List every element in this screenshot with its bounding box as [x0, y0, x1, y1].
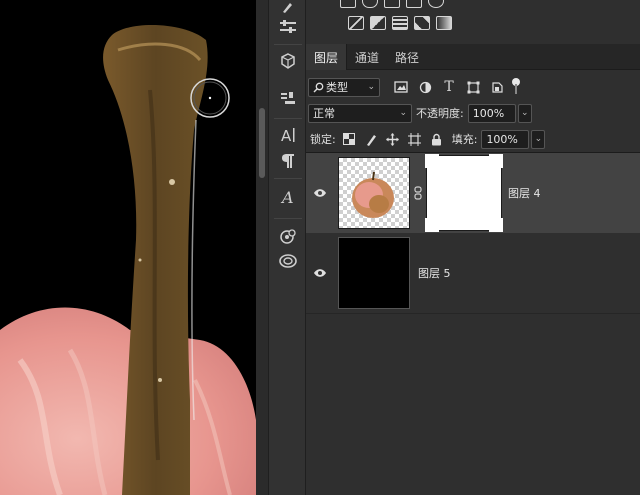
layers-panel-area: 图层 通道 路径 类型 ⌄ T 正常 ⌄ 不透明度: 100% ⌄ 锁定: 填充… [306, 0, 640, 495]
eye-icon[interactable] [306, 268, 334, 278]
layer-thumbnail[interactable] [338, 157, 410, 229]
fill-value: 100% [486, 132, 518, 146]
document-canvas[interactable] [0, 0, 256, 495]
filter-pixel-icon[interactable] [392, 78, 410, 96]
adjustments-icon[interactable] [275, 14, 301, 40]
fill-dropdown[interactable]: ⌄ [531, 129, 546, 149]
clone-source-icon[interactable] [275, 86, 301, 112]
chevron-down-icon: ⌄ [520, 108, 529, 118]
gradient-map-icon[interactable] [436, 16, 452, 30]
lock-position-icon[interactable] [384, 130, 402, 148]
filter-adjustment-icon[interactable] [416, 78, 434, 96]
lock-transparent-icon[interactable] [340, 130, 358, 148]
glyphs-icon[interactable]: A [275, 184, 301, 210]
exposure-icon[interactable] [406, 0, 422, 8]
layer-name-5[interactable]: 图层 5 [418, 265, 451, 281]
levels-icon[interactable] [362, 0, 378, 8]
canvas-image [0, 0, 256, 495]
layer-name-4[interactable]: 图层 4 [508, 185, 541, 201]
chevron-down-icon: ⌄ [399, 108, 407, 118]
chevron-down-icon: ⌄ [534, 134, 543, 144]
adjustments-row-1 [340, 0, 444, 12]
fill-input[interactable]: 100% [481, 129, 530, 149]
tab-paths[interactable]: 路径 [387, 44, 427, 70]
color-lookup-icon[interactable] [392, 16, 408, 30]
curves-icon[interactable] [384, 0, 400, 8]
layer-row-5[interactable]: 图层 5 [306, 233, 640, 313]
layer-row-4[interactable]: 图层 4 [306, 153, 640, 233]
tab-channels[interactable]: 通道 [347, 44, 387, 70]
panel-tabs: 图层 通道 路径 [306, 44, 640, 70]
layer-filter-row: 类型 ⌄ T [306, 74, 640, 100]
adjustments-row-2 [348, 16, 452, 34]
lock-row: 锁定: 填充: 100% ⌄ [306, 126, 640, 152]
search-icon [313, 82, 324, 92]
filter-shape-icon[interactable] [464, 78, 482, 96]
link-icon[interactable] [410, 186, 426, 200]
filter-type-icon[interactable]: T [440, 78, 458, 96]
photo-filter-icon[interactable] [348, 16, 364, 30]
layers-divider [306, 313, 640, 314]
opacity-input[interactable]: 100% [467, 103, 516, 123]
fill-label: 填充: [451, 133, 478, 146]
opacity-dropdown[interactable]: ⌄ [517, 103, 532, 123]
tab-layers[interactable]: 图层 [306, 44, 348, 70]
panel-toolstrip: A A [268, 0, 306, 495]
brightness-icon[interactable] [340, 0, 356, 8]
opacity-label: 不透明度: [416, 107, 464, 120]
blend-mode-value: 正常 [313, 107, 335, 120]
apple-thumbnail-image [352, 171, 394, 218]
layer-thumbnail[interactable] [338, 237, 410, 309]
layer-mask-thumbnail[interactable] [425, 154, 503, 232]
creative-cloud-icon[interactable] [275, 248, 301, 274]
3d-cube-icon[interactable] [275, 48, 301, 74]
svg-text:A: A [280, 188, 294, 207]
scrollbar-thumb[interactable] [259, 108, 265, 178]
lock-all-icon[interactable] [428, 130, 446, 148]
invert-icon[interactable] [414, 16, 430, 30]
svg-text:A: A [281, 127, 292, 144]
chevron-down-icon: ⌄ [367, 82, 375, 92]
opacity-value: 100% [472, 106, 505, 120]
canvas-scrollbar[interactable] [256, 0, 268, 495]
character-icon[interactable]: A [275, 122, 301, 148]
vibrance-icon[interactable] [428, 0, 444, 8]
filter-kind-label: 类型 [326, 81, 348, 94]
lock-pixels-icon[interactable] [362, 130, 380, 148]
filter-kind-select[interactable]: 类型 ⌄ [308, 77, 380, 97]
eye-icon[interactable] [306, 188, 334, 198]
channel-mixer-icon[interactable] [370, 16, 386, 30]
lock-label: 锁定: [310, 133, 336, 146]
blend-mode-select[interactable]: 正常 ⌄ [308, 103, 412, 123]
blend-row: 正常 ⌄ 不透明度: 100% ⌄ [306, 100, 640, 126]
filter-toggle[interactable] [512, 78, 520, 96]
lock-artboard-icon[interactable] [406, 130, 424, 148]
paragraph-icon[interactable] [275, 148, 301, 174]
libraries-icon[interactable] [275, 224, 301, 250]
filter-smart-object-icon[interactable] [488, 78, 506, 96]
